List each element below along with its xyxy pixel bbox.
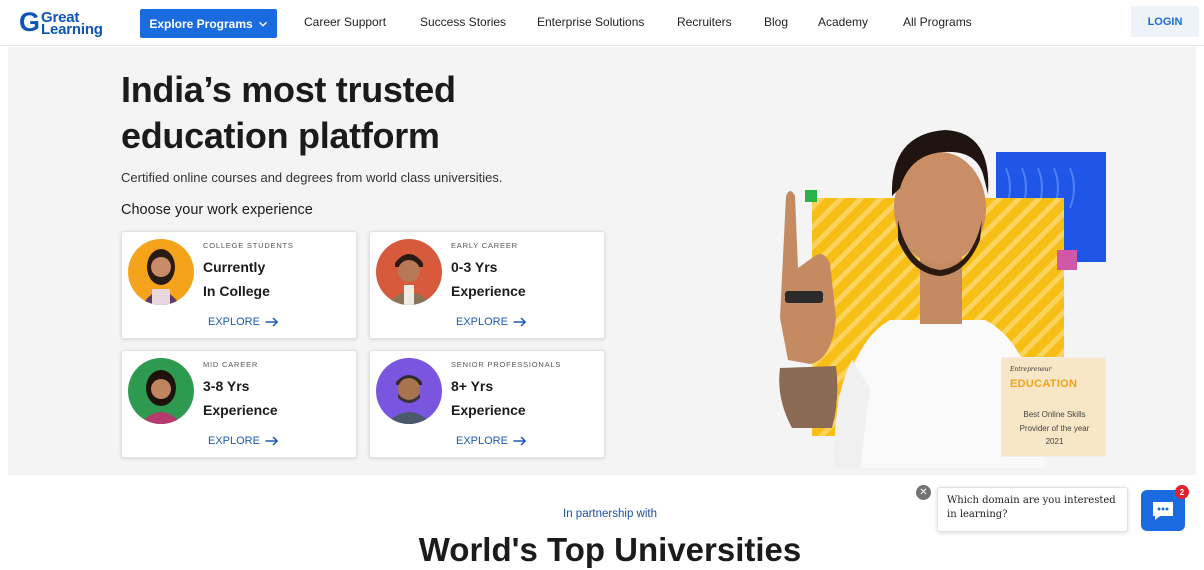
explore-link-label: EXPLORE (456, 316, 508, 328)
senior-professional-avatar (376, 358, 442, 424)
top-header: G Great Learning Explore Programs Career… (0, 0, 1204, 46)
card-tag: SENIOR PROFESSIONALS (451, 360, 562, 369)
experience-card-senior[interactable]: SENIOR PROFESSIONALS 8+ Yrs Experience E… (369, 350, 605, 458)
card-heading-line-1: 0-3 Yrs (451, 259, 498, 275)
award-badge: Entrepreneur EDUCATION Best Online Skill… (1001, 357, 1106, 457)
chevron-down-icon (258, 21, 267, 27)
arrow-right-icon (513, 436, 527, 446)
nav-academy[interactable]: Academy (818, 15, 868, 29)
award-brand: Entrepreneur (1010, 366, 1052, 373)
award-line-1: Best Online Skills (1023, 410, 1086, 419)
explore-link[interactable]: EXPLORE (208, 316, 279, 328)
nav-enterprise-solutions[interactable]: Enterprise Solutions (537, 15, 644, 29)
award-year: 2021 (1045, 437, 1064, 446)
card-tag: EARLY CAREER (451, 241, 518, 250)
card-heading-line-2: In College (203, 283, 270, 299)
great-learning-logo[interactable]: G Great Learning (19, 8, 114, 38)
chat-close-icon[interactable]: ✕ (916, 485, 931, 500)
explore-link-label: EXPLORE (208, 435, 260, 447)
mid-career-avatar (128, 358, 194, 424)
chat-icon (1153, 501, 1173, 520)
experience-card-mid-career[interactable]: MID CAREER 3-8 Yrs Experience EXPLORE (121, 350, 357, 458)
experience-card-college[interactable]: COLLEGE STUDENTS Currently In College EX… (121, 231, 357, 339)
arrow-right-icon (265, 436, 279, 446)
logo-g-mark: G (19, 7, 41, 37)
nav-career-support[interactable]: Career Support (304, 15, 386, 29)
card-tag: COLLEGE STUDENTS (203, 241, 294, 250)
college-student-avatar (128, 239, 194, 305)
card-tag: MID CAREER (203, 360, 259, 369)
card-heading-line-1: 3-8 Yrs (203, 378, 250, 394)
nav-recruiters[interactable]: Recruiters (677, 15, 732, 29)
early-career-avatar (376, 239, 442, 305)
hero-title: India’s most trusted education platform (121, 67, 681, 159)
arrow-right-icon (265, 317, 279, 327)
hero-title-line-2: education platform (121, 115, 440, 156)
hero-title-line-1: India’s most trusted (121, 69, 456, 110)
nav-blog[interactable]: Blog (764, 15, 788, 29)
explore-link-label: EXPLORE (456, 435, 508, 447)
card-heading-line-2: Experience (451, 283, 526, 299)
award-line-2: Provider of the year (1019, 424, 1090, 433)
explore-link-label: EXPLORE (208, 316, 260, 328)
explore-link[interactable]: EXPLORE (456, 316, 527, 328)
explore-programs-button[interactable]: Explore Programs (140, 9, 277, 38)
nav-all-programs[interactable]: All Programs (903, 15, 972, 29)
hero-subtitle: Certified online courses and degrees fro… (121, 170, 503, 185)
explore-link[interactable]: EXPLORE (456, 435, 527, 447)
experience-card-early-career[interactable]: EARLY CAREER 0-3 Yrs Experience EXPLORE (369, 231, 605, 339)
choose-experience-label: Choose your work experience (121, 202, 313, 218)
explore-programs-label: Explore Programs (149, 16, 253, 31)
login-button[interactable]: LOGIN (1131, 6, 1199, 37)
top-universities-heading: World's Top Universities (418, 531, 802, 568)
card-heading-line-2: Experience (451, 402, 526, 418)
award-badge-word: EDUCATION (1010, 378, 1078, 390)
logo-word-learning: Learning (41, 21, 103, 38)
card-heading-line-1: 8+ Yrs (451, 378, 494, 394)
chat-notification-badge: 2 (1175, 485, 1189, 499)
explore-link[interactable]: EXPLORE (208, 435, 279, 447)
chat-prompt-bubble[interactable]: Which domain are you interested in learn… (937, 487, 1128, 532)
card-heading-line-2: Experience (203, 402, 278, 418)
nav-success-stories[interactable]: Success Stories (420, 15, 506, 29)
arrow-right-icon (513, 317, 527, 327)
card-heading-line-1: Currently (203, 259, 266, 275)
